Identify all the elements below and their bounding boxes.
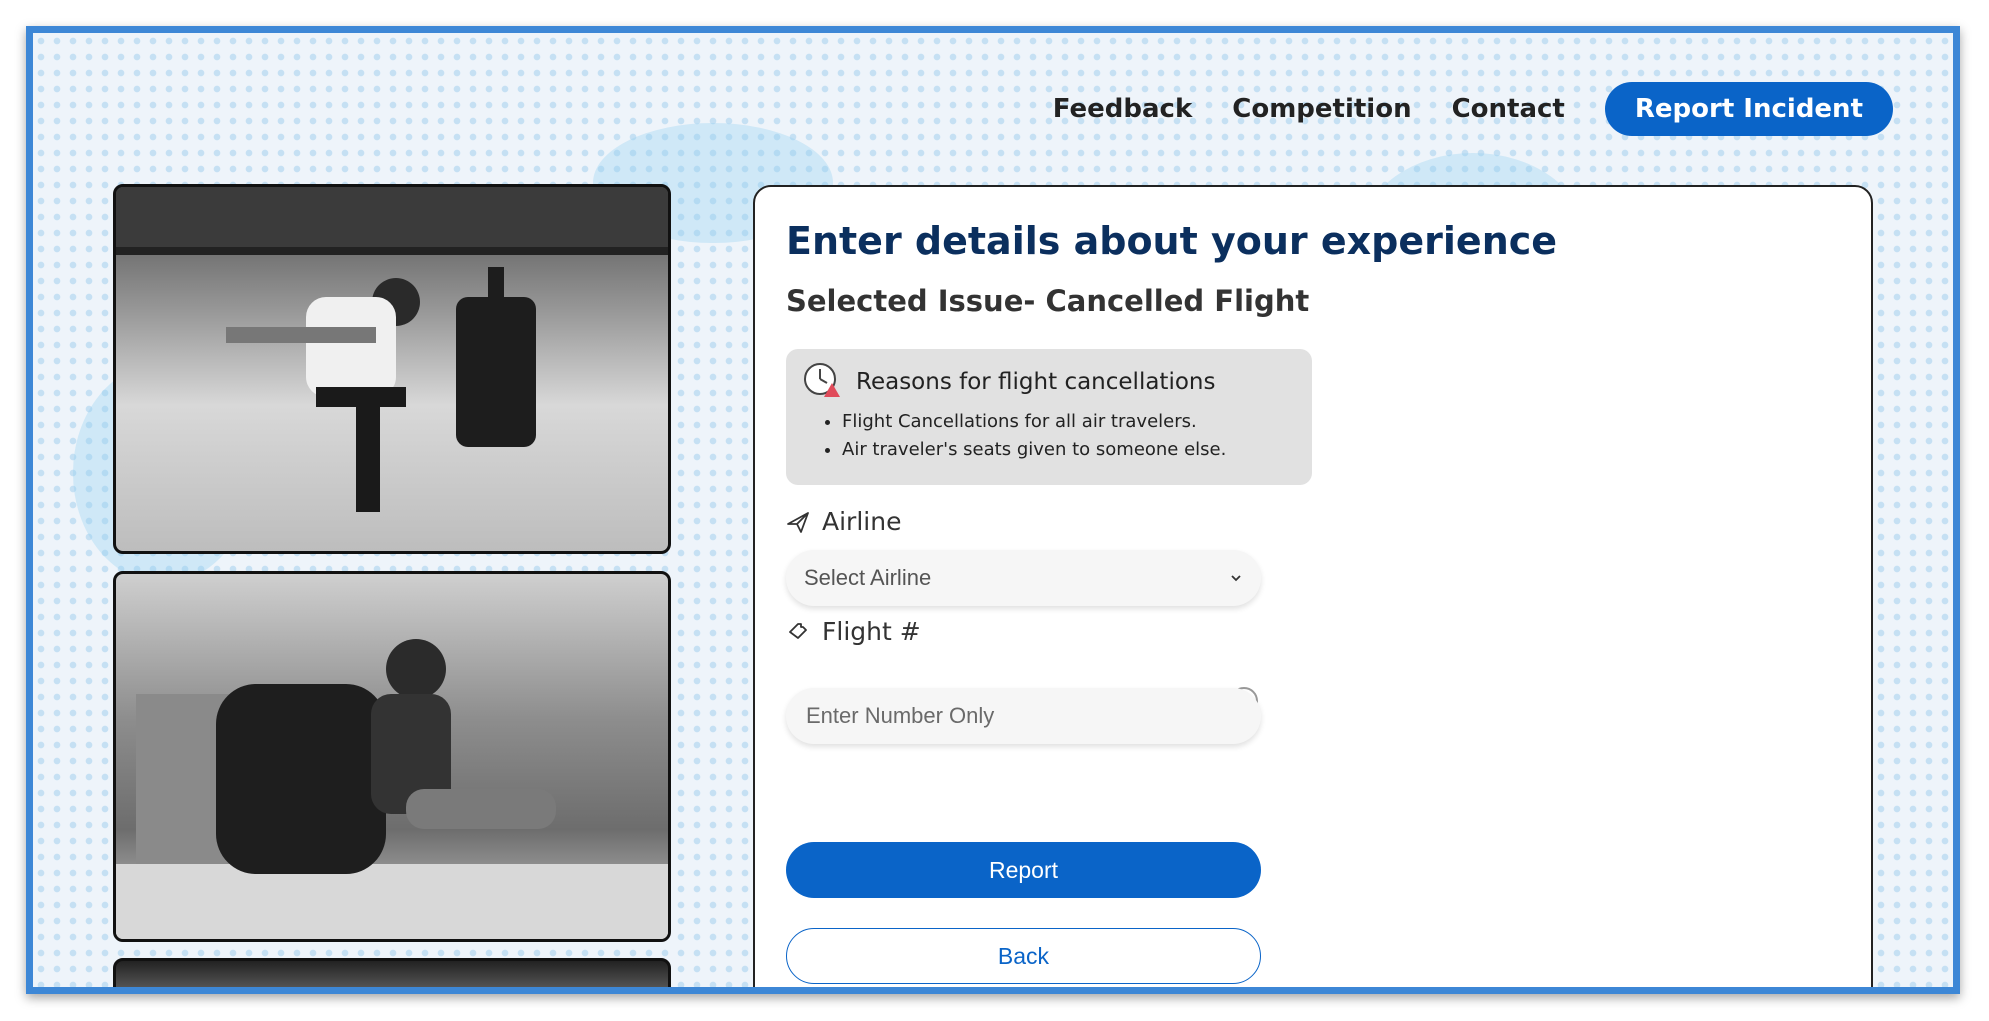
app-window: Feedback Competition Contact Report Inci…	[26, 26, 1960, 994]
plane-icon	[787, 511, 809, 533]
reasons-list: Flight Cancellations for all air travele…	[808, 411, 1226, 467]
reasons-info-box: Reasons for flight cancellations Flight …	[786, 349, 1312, 485]
airline-label-row: Airline	[786, 507, 901, 536]
nav-feedback[interactable]: Feedback	[1053, 94, 1192, 124]
clock-warning-icon	[804, 363, 840, 397]
nav-competition[interactable]: Competition	[1232, 94, 1411, 124]
flight-label-row: Flight #	[786, 617, 921, 646]
photo-woman-sitting-luggage	[113, 571, 671, 942]
airline-selected-value: Select Airline	[804, 565, 932, 590]
top-nav: Feedback Competition Contact Report Inci…	[1053, 81, 1893, 137]
experience-form-panel: Enter details about your experience Sele…	[753, 185, 1873, 987]
chevron-down-icon	[1231, 575, 1241, 582]
photo-illustration	[116, 639, 668, 939]
photo-illustration	[116, 187, 668, 512]
list-item: Air traveler's seats given to someone el…	[842, 439, 1226, 460]
ticket-icon	[789, 622, 807, 639]
airline-label: Airline	[822, 507, 902, 536]
reasons-title: Reasons for flight cancellations	[856, 369, 1216, 395]
flight-number-field	[786, 687, 1261, 745]
flight-label: Flight #	[822, 617, 921, 646]
flight-number-input[interactable]	[804, 687, 1243, 745]
back-button[interactable]: Back	[786, 928, 1261, 984]
airline-select[interactable]: Select Airline	[786, 550, 1261, 606]
form-title: Enter details about your experience	[786, 219, 1558, 263]
list-item: Flight Cancellations for all air travele…	[842, 411, 1226, 432]
photo-man-waiting-airport	[113, 184, 671, 554]
selected-issue-heading: Selected Issue- Cancelled Flight	[786, 284, 1310, 318]
report-button[interactable]: Report	[786, 842, 1261, 898]
nav-contact[interactable]: Contact	[1452, 94, 1565, 124]
photo-third-preview	[113, 958, 671, 987]
report-incident-button[interactable]: Report Incident	[1604, 82, 1893, 136]
